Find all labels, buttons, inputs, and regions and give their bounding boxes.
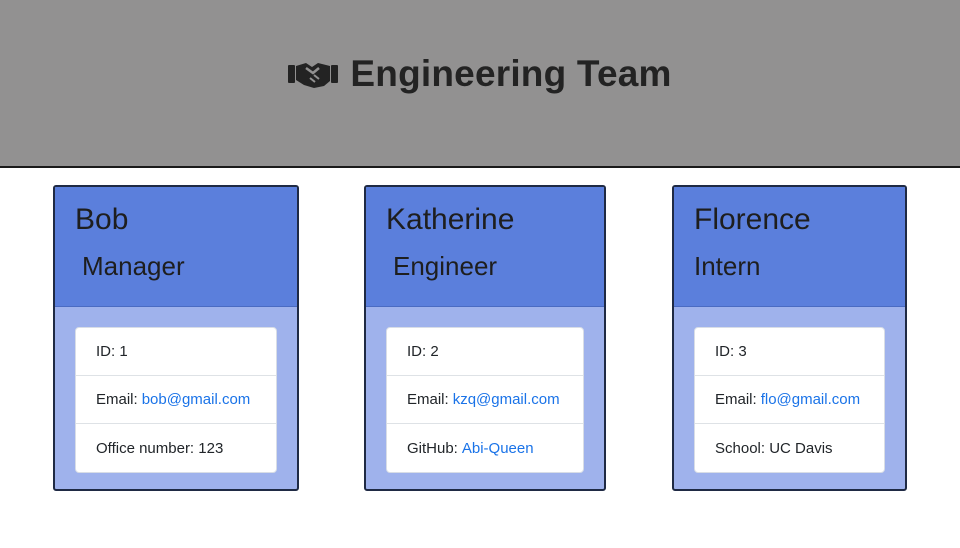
employee-role: Manager xyxy=(82,251,185,281)
employee-card-bob: Bob Manager ID: 1 Email: bob@gmail.com O… xyxy=(53,185,299,491)
list-item-school: School: UC Davis xyxy=(695,424,884,472)
email-label: Email: xyxy=(715,391,757,408)
email-label: Email: xyxy=(407,391,449,408)
employee-name: Katherine xyxy=(386,203,515,236)
list-item-id: ID: 3 xyxy=(695,328,884,376)
handshake-icon xyxy=(288,63,339,88)
page-title: Engineering Team xyxy=(350,53,672,94)
employee-name: Bob xyxy=(75,203,129,236)
email-link[interactable]: bob@gmail.com xyxy=(142,391,251,408)
email-label: Email: xyxy=(96,391,138,408)
list-item-email: Email: bob@gmail.com xyxy=(76,376,276,424)
id-value: 2 xyxy=(430,343,439,360)
id-value: 3 xyxy=(738,343,747,360)
id-label: ID: xyxy=(715,343,735,360)
id-value: 1 xyxy=(119,343,128,360)
header-inner: Engineering Team xyxy=(288,53,671,95)
card-header: Bob Manager xyxy=(55,187,297,307)
office-value: 123 xyxy=(198,439,224,457)
school-value: UC Davis xyxy=(769,439,833,457)
list-item-id: ID: 1 xyxy=(76,328,276,376)
list-item-email: Email: flo@gmail.com xyxy=(695,376,884,424)
employee-name: Florence xyxy=(694,203,811,236)
office-label: Office number: xyxy=(96,439,195,457)
github-label: GitHub: xyxy=(407,439,458,457)
employee-details: ID: 3 Email: flo@gmail.com School: UC Da… xyxy=(694,327,885,473)
list-item-github: GitHub: Abi-Queen xyxy=(387,424,583,472)
list-item-email: Email: kzq@gmail.com xyxy=(387,376,583,424)
id-label: ID: xyxy=(96,343,116,360)
employee-card-katherine: Katherine Engineer ID: 2 Email: kzq@gmai… xyxy=(364,185,606,491)
github-link[interactable]: Abi-Queen xyxy=(462,440,534,457)
employee-details: ID: 1 Email: bob@gmail.com Office number… xyxy=(75,327,277,473)
school-label: School: xyxy=(715,439,766,457)
list-item-office: Office number: 123 xyxy=(76,424,276,472)
employee-details: ID: 2 Email: kzq@gmail.com GitHub: Abi-Q… xyxy=(386,327,584,473)
card-header: Florence Intern xyxy=(674,187,905,307)
id-label: ID: xyxy=(407,343,427,360)
employee-role: Intern xyxy=(694,251,761,281)
card-header: Katherine Engineer xyxy=(366,187,604,307)
page-header: Engineering Team xyxy=(0,0,960,168)
email-link[interactable]: kzq@gmail.com xyxy=(453,391,560,408)
employee-role: Engineer xyxy=(393,251,498,281)
list-item-id: ID: 2 xyxy=(387,328,583,376)
employee-card-florence: Florence Intern ID: 3 Email: flo@gmail.c… xyxy=(672,185,907,491)
email-link[interactable]: flo@gmail.com xyxy=(761,391,860,408)
